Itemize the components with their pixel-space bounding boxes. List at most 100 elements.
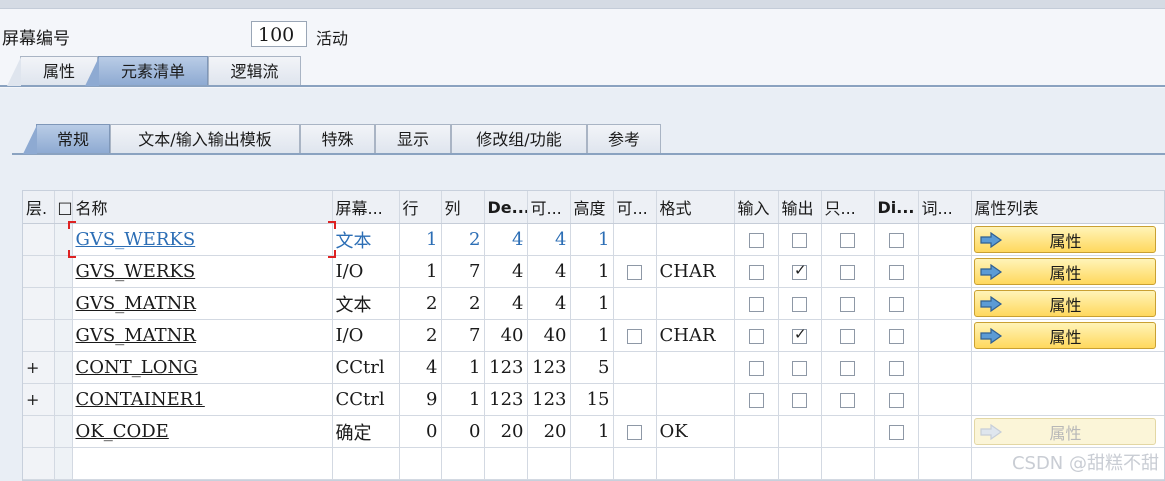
tab-modif-groups[interactable]: 修改组/功能: [451, 124, 587, 153]
output-checkbox[interactable]: [792, 325, 807, 344]
tab-text-io-templates[interactable]: 文本/输入输出模板: [110, 124, 300, 153]
input-checkbox[interactable]: [748, 296, 764, 312]
dict-checkbox[interactable]: [888, 424, 904, 440]
output-checkbox[interactable]: [792, 232, 807, 248]
col-header-readonly[interactable]: 只...: [821, 191, 875, 224]
select-cell[interactable]: [54, 351, 73, 384]
type-cell: I/O: [332, 255, 400, 288]
element-name-link[interactable]: GVS_WERKS: [76, 261, 196, 282]
empty-cell: [72, 447, 333, 480]
input-checkbox[interactable]: [748, 392, 764, 408]
col-header-output[interactable]: 输出: [778, 191, 822, 224]
readonly-checkbox[interactable]: [840, 296, 855, 312]
tab-references[interactable]: 参考: [587, 124, 661, 153]
dict-cell: [874, 255, 919, 288]
table-row[interactable]: OK_CODE 确定 0 0 20 20 1 OK 属性: [23, 415, 1164, 448]
dict-checkbox[interactable]: [888, 328, 904, 344]
format-cell: [656, 383, 735, 416]
table-row[interactable]: GVS_WERKSI/O17441CHAR属性: [23, 255, 1164, 288]
scroll-checkbox[interactable]: [627, 264, 642, 280]
table-row[interactable]: GVS_MATNRI/O2740401CHAR属性: [23, 319, 1164, 352]
dict-checkbox[interactable]: [888, 264, 904, 280]
tab-element-list[interactable]: 元素清单: [85, 56, 208, 86]
height-cell: 1: [570, 415, 614, 448]
dict-checkbox[interactable]: [888, 296, 904, 312]
def-length-cell: 40: [484, 319, 528, 352]
output-checkbox[interactable]: [792, 392, 807, 408]
col-header-dict[interactable]: Di...: [874, 191, 919, 224]
table-header-row: 层. □ 名称 屏幕... 行 列 De... 可... 高度 可... 格式 …: [23, 191, 1164, 224]
attributes-button[interactable]: 属性: [973, 226, 1156, 253]
col-header-def-length[interactable]: De...: [484, 191, 528, 224]
empty-cell: [54, 447, 73, 480]
dict-cell: [874, 383, 919, 416]
col-header-type[interactable]: 屏幕...: [332, 191, 400, 224]
input-checkbox[interactable]: [748, 264, 764, 280]
focus-corner-tl: [68, 221, 76, 229]
select-cell[interactable]: [54, 287, 73, 320]
select-cell[interactable]: [54, 255, 73, 288]
scroll-checkbox[interactable]: [627, 424, 642, 440]
col-header-row[interactable]: 行: [399, 191, 442, 224]
element-name-link[interactable]: GVS_MATNR: [76, 325, 196, 346]
select-cell[interactable]: [54, 383, 73, 416]
table-row[interactable]: + CONT_LONG CCtrl 4 1 123 123 5: [23, 351, 1164, 384]
table-row[interactable]: GVS_WERKS 文本 1 2 4 4 1 属性: [23, 223, 1164, 256]
col-header-select[interactable]: □: [54, 191, 73, 224]
scroll-checkbox[interactable]: [627, 328, 642, 344]
attributes-button[interactable]: 属性: [973, 418, 1156, 445]
element-name-link[interactable]: CONTAINER1: [76, 389, 205, 410]
dict-checkbox[interactable]: [888, 232, 904, 248]
col-header-input[interactable]: 输入: [734, 191, 779, 224]
empty-cell: [332, 447, 400, 480]
dict-checkbox[interactable]: [888, 392, 904, 408]
col-header-dictionary[interactable]: 词...: [918, 191, 972, 224]
readonly-checkbox[interactable]: [840, 360, 855, 376]
row-cell: 4: [399, 351, 442, 384]
attributes-button[interactable]: 属性: [973, 322, 1156, 349]
col-header-height[interactable]: 高度: [570, 191, 614, 224]
height-cell: 1: [570, 255, 614, 288]
tab-special[interactable]: 特殊: [300, 124, 375, 153]
status-label: 活动: [316, 29, 349, 48]
readonly-checkbox[interactable]: [840, 232, 855, 248]
attributes-button[interactable]: 属性: [973, 258, 1156, 285]
col-header-level[interactable]: 层.: [23, 191, 55, 224]
output-checkbox[interactable]: [792, 360, 807, 376]
dict-checkbox[interactable]: [888, 360, 904, 376]
col-header-col[interactable]: 列: [441, 191, 485, 224]
empty-cell: [570, 447, 614, 480]
select-cell[interactable]: [54, 415, 73, 448]
col-header-name[interactable]: 名称: [72, 191, 333, 224]
element-name-link[interactable]: GVS_MATNR: [76, 293, 196, 314]
readonly-checkbox[interactable]: [840, 264, 855, 280]
table-row[interactable]: + CONTAINER1 CCtrl 9 1 123 123 15: [23, 383, 1164, 416]
readonly-checkbox[interactable]: [840, 392, 855, 408]
tab-flow-logic[interactable]: 逻辑流: [208, 56, 301, 85]
element-name-link[interactable]: OK_CODE: [76, 421, 169, 442]
input-checkbox[interactable]: [748, 328, 764, 344]
readonly-checkbox[interactable]: [840, 328, 855, 344]
input-checkbox[interactable]: [748, 360, 764, 376]
select-cell[interactable]: [54, 319, 73, 352]
type-cell: 确定: [332, 415, 400, 448]
readonly-cell: [821, 351, 875, 384]
element-name-link[interactable]: CONT_LONG: [76, 357, 198, 378]
col-header-scroll[interactable]: 可...: [613, 191, 657, 224]
output-checkbox[interactable]: [792, 261, 807, 280]
table-row[interactable]: GVS_MATNR 文本 2 2 4 4 1 属性: [23, 287, 1164, 320]
row-cell: 2: [399, 319, 442, 352]
input-checkbox[interactable]: [748, 232, 764, 248]
attributes-button[interactable]: 属性: [973, 290, 1156, 317]
col-header-vis-length[interactable]: 可...: [527, 191, 571, 224]
screen-number-field[interactable]: 100: [251, 21, 307, 47]
level-cell: [23, 415, 55, 448]
col-header-format[interactable]: 格式: [656, 191, 735, 224]
output-checkbox[interactable]: [792, 296, 807, 312]
tab-display[interactable]: 显示: [375, 124, 451, 153]
tab-general[interactable]: 常规: [23, 124, 110, 154]
element-name-link[interactable]: GVS_WERKS: [76, 229, 196, 250]
col-header-attribute-list[interactable]: 属性列表: [971, 191, 1164, 224]
name-cell: GVS_MATNR: [72, 287, 333, 320]
arrow-right-icon: [979, 423, 1002, 440]
